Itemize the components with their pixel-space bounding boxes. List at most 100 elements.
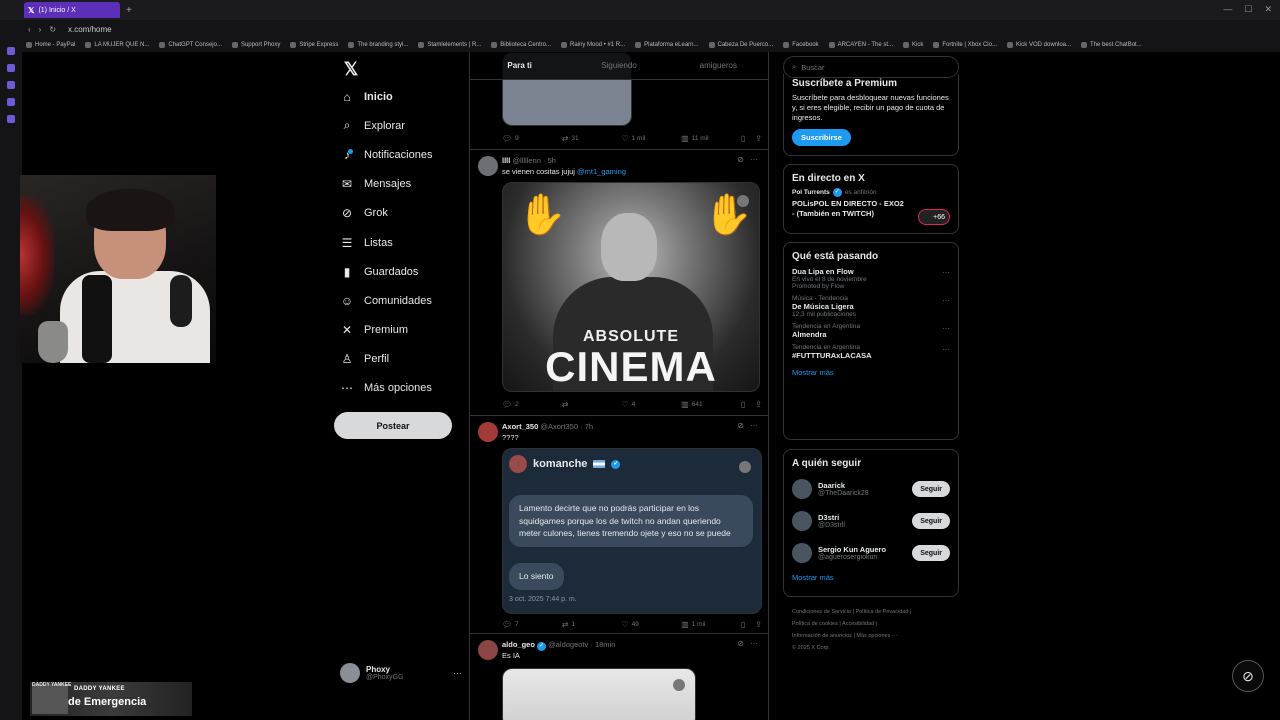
bookmark-item[interactable]: Stamlelements | R... xyxy=(418,42,481,48)
trend-item[interactable]: Dua Lipa en Flow En vivo el 8 de noviembr… xyxy=(784,262,958,290)
repost-button[interactable]: ⇄ 1 xyxy=(562,620,622,629)
tweet-author-name[interactable]: aldo_geo xyxy=(502,640,535,649)
sidebar-app-icon[interactable] xyxy=(7,81,15,89)
share-icon[interactable]: ⇪ xyxy=(755,134,762,143)
post-button[interactable]: Postear xyxy=(334,412,452,439)
follow-name[interactable]: D3stri xyxy=(818,513,845,522)
follow-button[interactable]: Seguir xyxy=(912,481,950,497)
bookmark-item[interactable]: Facebook xyxy=(783,42,819,48)
subscribe-button[interactable]: Suscribirse xyxy=(792,129,851,146)
more-icon[interactable]: ··· xyxy=(942,324,950,333)
views-button[interactable]: ▥ 1 mil xyxy=(681,620,741,629)
url-field[interactable]: x.com/home xyxy=(68,25,112,34)
bookmark-icon[interactable]: ▯ xyxy=(741,400,745,409)
bookmark-item[interactable]: Stripe Express xyxy=(290,42,338,48)
reload-icon[interactable]: ↻ xyxy=(49,25,56,34)
nav-item-mensajes[interactable]: ✉ Mensajes xyxy=(334,170,464,199)
grok-fab-icon[interactable]: ⊘ xyxy=(1232,660,1264,692)
nav-item-grok[interactable]: ⊘ Grok xyxy=(334,199,464,228)
tweet[interactable]: Axort_350 @Axort350 · 7h ⊘ ··· ???? koman… xyxy=(470,416,768,634)
tweet-author-name[interactable]: Axort_350 xyxy=(502,422,538,431)
follow-suggestion[interactable]: Daarick @TheDaarick28 Seguir xyxy=(784,473,958,505)
more-icon[interactable]: ··· xyxy=(942,296,950,305)
bookmark-item[interactable]: The best ChatBot... xyxy=(1081,42,1142,48)
views-button[interactable]: ▥ 641 xyxy=(681,400,741,409)
reply-button[interactable]: 💬︎ 7 xyxy=(502,620,562,629)
tweet-image[interactable]: komanche ✓ Lamento decirte que no podrás… xyxy=(502,448,762,614)
tweet[interactable]: llll @lllllenn · 5h ⊘ ··· se vienen cosit… xyxy=(470,150,768,416)
trend-item[interactable]: Música · Tendencia De Música Ligera 12,3 m… xyxy=(784,290,958,318)
bookmark-item[interactable]: Cabeza De Puerco... xyxy=(708,42,773,48)
bookmark-icon[interactable]: ▯ xyxy=(741,134,745,143)
tweet-author-handle[interactable]: @Axort350 xyxy=(540,422,578,431)
tweet-author-handle[interactable]: @aldogeotv xyxy=(548,640,588,649)
grok-icon[interactable]: ⊘ xyxy=(737,639,744,648)
browser-tab[interactable]: 𝕏 (1) Inicio / X xyxy=(24,2,120,18)
footer-line[interactable]: Condiciones de Servicio | Política de Pr… xyxy=(792,606,962,618)
avatar[interactable] xyxy=(792,543,812,563)
tweet-author-name[interactable]: llll xyxy=(502,156,510,165)
bookmark-item[interactable]: Plataforma eLearn... xyxy=(635,42,699,48)
share-icon[interactable]: ⇪ xyxy=(755,620,762,629)
bookmark-item[interactable]: The branding styl... xyxy=(348,42,408,48)
more-icon[interactable]: ··· xyxy=(453,668,462,678)
sidebar-app-icon[interactable] xyxy=(7,64,15,72)
show-more-link[interactable]: Mostrar más xyxy=(784,569,958,590)
like-button[interactable]: ♡ 1 mil xyxy=(621,134,681,143)
bookmark-item[interactable]: ARCAYEN - The st... xyxy=(828,42,893,48)
sidebar-app-icon[interactable] xyxy=(7,47,15,55)
follow-name[interactable]: Sergio Kun Aguero xyxy=(818,545,886,554)
share-icon[interactable]: ⇪ xyxy=(755,400,762,409)
avatar[interactable] xyxy=(478,156,498,176)
repost-button[interactable]: ⇄ xyxy=(562,400,622,409)
tweet-time[interactable]: · 7h xyxy=(580,422,593,431)
grok-icon[interactable]: ⊘ xyxy=(737,421,744,430)
tab-para-ti[interactable]: Para ti xyxy=(470,52,569,79)
bookmark-item[interactable]: LA MUJER QUE N... xyxy=(85,42,149,48)
like-button[interactable]: ♡ 49 xyxy=(621,620,681,629)
minimize-icon[interactable]: — xyxy=(1223,4,1232,15)
bookmark-item[interactable]: Kick VOD downloa... xyxy=(1006,42,1071,48)
bookmark-item[interactable]: Rainy Mood • #1 R... xyxy=(561,42,625,48)
bookmark-item[interactable]: Home - PayPal xyxy=(26,42,75,48)
close-window-icon[interactable]: ✕ xyxy=(1264,4,1272,15)
mention-link[interactable]: @mt1_gaming xyxy=(577,167,626,176)
tweet-image[interactable]: ✋ ✋ ABSOLUTE CINEMA xyxy=(502,182,760,392)
new-tab-button[interactable]: + xyxy=(126,5,132,16)
repost-button[interactable]: ⇄ 31 xyxy=(562,134,622,143)
trend-item[interactable]: Tendencia en Argentina #FUTTTURAxLACASA ··… xyxy=(784,339,958,360)
nav-item-comunidades[interactable]: ☺ Comunidades xyxy=(334,286,464,315)
follow-suggestion[interactable]: D3stri @D3strll Seguir xyxy=(784,505,958,537)
live-stream-title[interactable]: POLisPOL EN DIRECTO - EXO2 - (También en… xyxy=(784,197,914,219)
avatar[interactable] xyxy=(792,479,812,499)
more-icon[interactable]: ··· xyxy=(750,421,758,430)
nav-item-inicio[interactable]: ⌂ Inicio xyxy=(334,82,464,111)
tweet-time[interactable]: · 18min xyxy=(590,640,615,649)
footer-line[interactable]: Política de cookies | Accesibilidad | xyxy=(792,618,962,630)
follow-button[interactable]: Seguir xyxy=(912,545,950,561)
nav-item-guardados[interactable]: ▮ Guardados xyxy=(334,257,464,286)
sidebar-app-icon[interactable] xyxy=(7,98,15,106)
reply-button[interactable]: 💬︎ 2 xyxy=(502,400,562,409)
live-listeners-badge[interactable]: +66 xyxy=(918,209,950,225)
nav-item-perfil[interactable]: ♙ Perfil xyxy=(334,345,464,374)
more-icon[interactable]: ··· xyxy=(942,268,950,277)
follow-suggestion[interactable]: Sergio Kun Aguero @aguerosergiokun Seguir xyxy=(784,537,958,569)
follow-button[interactable]: Seguir xyxy=(912,513,950,529)
bookmark-item[interactable]: Kick xyxy=(903,42,923,48)
nav-item-más-opciones[interactable]: ⋯ Más opciones xyxy=(334,374,464,403)
bookmark-item[interactable]: Fortnite | Xbox Clo... xyxy=(933,42,997,48)
nav-item-listas[interactable]: ☰ Listas xyxy=(334,228,464,257)
tweet[interactable]: aldo_geo ✓ @aldogeotv · 18min ⊘ ··· Es IA xyxy=(470,634,768,720)
sidebar-app-icon[interactable] xyxy=(7,115,15,123)
tweet-author-handle[interactable]: @lllllenn xyxy=(512,156,540,165)
trend-item[interactable]: Tendencia en Argentina Almendra ··· xyxy=(784,318,958,339)
bookmark-item[interactable]: Biblioteca Centro... xyxy=(491,42,551,48)
x-logo-icon[interactable]: 𝕏 xyxy=(338,56,364,82)
avatar[interactable] xyxy=(792,511,812,531)
maximize-icon[interactable]: ☐ xyxy=(1244,4,1252,15)
grok-icon[interactable]: ⊘ xyxy=(737,155,744,164)
footer-line[interactable]: Información de anuncios | Más opciones ·… xyxy=(792,630,962,642)
tweet-time[interactable]: · 5h xyxy=(543,156,556,165)
forward-icon[interactable]: › xyxy=(39,25,42,34)
